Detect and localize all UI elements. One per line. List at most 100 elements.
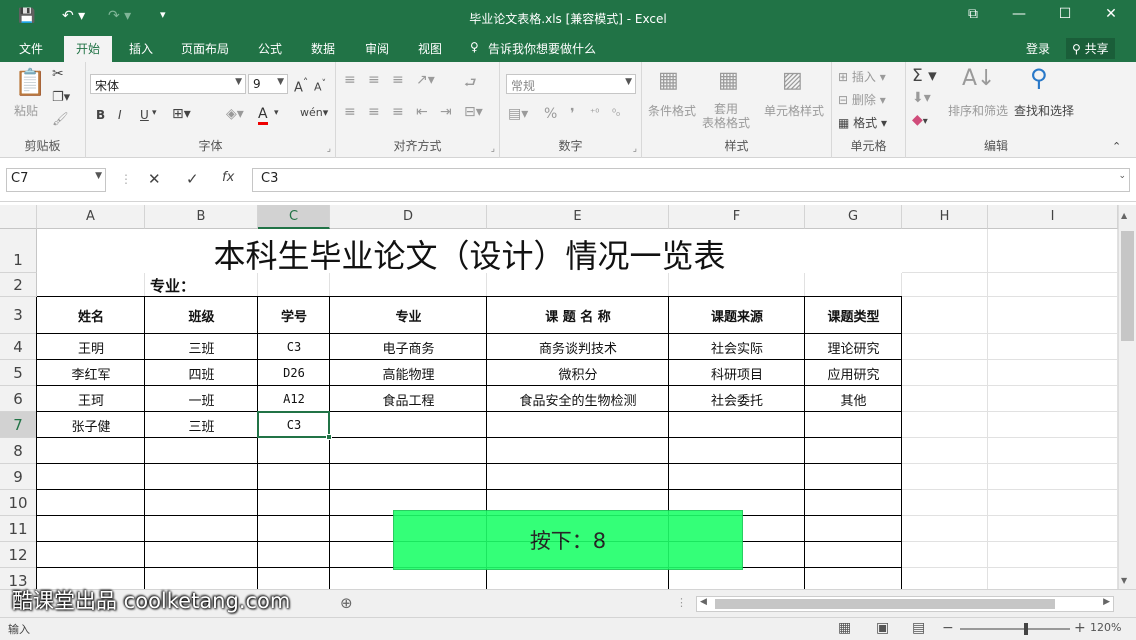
font-color-icon[interactable]: A	[258, 106, 268, 125]
data-cell[interactable]: 食品安全的生物检测	[487, 386, 669, 412]
row-header-3[interactable]: 3	[0, 297, 37, 334]
data-cell[interactable]	[805, 412, 902, 438]
row-header-1[interactable]: 1	[0, 229, 37, 273]
data-cell[interactable]: C3	[258, 334, 330, 360]
data-cell[interactable]: 电子商务	[330, 334, 487, 360]
header-cell[interactable]: 课题来源	[669, 297, 805, 334]
cut-icon[interactable]: ✂	[52, 66, 64, 82]
page-layout-view-icon[interactable]: ▣	[876, 620, 889, 636]
middle-align-icon[interactable]: ≡	[368, 72, 380, 88]
find-select-button[interactable]: 查找和选择	[1014, 102, 1074, 119]
normal-view-icon[interactable]: ▦	[838, 620, 851, 636]
column-header-f[interactable]: F	[669, 205, 805, 229]
fill-icon[interactable]: ⬇▾	[912, 90, 931, 106]
italic-button[interactable]: I	[118, 108, 122, 122]
font-color-dropdown-icon[interactable]: ▾	[274, 108, 279, 118]
sort-filter-button[interactable]: 排序和筛选	[948, 102, 1008, 119]
row-header-9[interactable]: 9	[0, 464, 37, 490]
alignment-dialog-launcher-icon[interactable]: ⌟	[491, 144, 495, 154]
align-center-icon[interactable]: ≡	[368, 104, 380, 120]
header-cell[interactable]: 专业	[330, 297, 487, 334]
row-header-2[interactable]: 2	[0, 273, 37, 297]
data-cell[interactable]: 应用研究	[805, 360, 902, 386]
formula-input[interactable]: C3 ⌄	[252, 168, 1130, 192]
scroll-right-icon[interactable]: ▶	[1103, 597, 1110, 607]
comma-style-icon[interactable]: ❜	[570, 106, 575, 122]
data-cell[interactable]	[330, 412, 487, 438]
data-cell[interactable]: 理论研究	[805, 334, 902, 360]
close-button[interactable]: ✕	[1096, 6, 1126, 22]
scroll-up-icon[interactable]: ▲	[1121, 211, 1127, 220]
data-cell[interactable]: 四班	[145, 360, 258, 386]
align-right-icon[interactable]: ≡	[392, 104, 404, 120]
decrease-indent-icon[interactable]: ⇤	[416, 104, 428, 120]
data-cell[interactable]: 其他	[805, 386, 902, 412]
zoom-slider-thumb[interactable]	[1024, 623, 1028, 635]
column-header-b[interactable]: B	[145, 205, 258, 229]
bold-button[interactable]: B	[96, 108, 105, 122]
zoom-level[interactable]: 120%	[1090, 621, 1121, 634]
autosum-icon[interactable]: Σ ▾	[912, 66, 937, 86]
vertical-scrollbar[interactable]: ▲ ▼	[1118, 205, 1136, 589]
row-header-5[interactable]: 5	[0, 360, 37, 386]
data-cell[interactable]: D26	[258, 360, 330, 386]
collapse-ribbon-icon[interactable]: ⌃	[1112, 140, 1121, 153]
decrease-decimal-icon[interactable]: ⁰₀	[612, 108, 620, 119]
name-box[interactable]: C7 ▼	[6, 168, 106, 192]
bottom-align-icon[interactable]: ≡	[392, 72, 404, 88]
tab-data[interactable]: 数据	[311, 40, 335, 57]
tab-view[interactable]: 视图	[418, 40, 442, 57]
header-cell[interactable]: 课 题 名 称	[487, 297, 669, 334]
increase-indent-icon[interactable]: ⇥	[440, 104, 452, 120]
add-sheet-icon[interactable]: ⊕	[340, 594, 353, 612]
data-cell[interactable]: 三班	[145, 334, 258, 360]
confirm-entry-icon[interactable]: ✓	[186, 170, 199, 188]
scroll-left-icon[interactable]: ◀	[700, 597, 707, 607]
underline-dropdown-icon[interactable]: ▾	[152, 108, 157, 118]
orientation-icon[interactable]: ↗▾	[416, 72, 435, 88]
maximize-button[interactable]: ☐	[1050, 6, 1080, 22]
column-header-i[interactable]: I	[988, 205, 1118, 229]
row-header-6[interactable]: 6	[0, 386, 37, 412]
underline-button[interactable]: U	[140, 108, 149, 122]
sign-in-link[interactable]: 登录	[1026, 40, 1050, 57]
clear-icon[interactable]: ◆▾	[912, 112, 928, 128]
phonetic-icon[interactable]: wén▾	[300, 106, 328, 119]
font-name-combo[interactable]: 宋体 ▼	[90, 74, 246, 94]
major-label-cell[interactable]: 专业：	[150, 273, 240, 297]
tab-review[interactable]: 审阅	[365, 40, 389, 57]
sort-filter-icon[interactable]: A↓	[962, 66, 995, 91]
row-header-4[interactable]: 4	[0, 334, 37, 360]
fill-color-icon[interactable]: ◈▾	[226, 106, 244, 122]
row-header-12[interactable]: 12	[0, 542, 37, 568]
column-header-h[interactable]: H	[902, 205, 988, 229]
horizontal-scrollbar[interactable]: ◀ ▶	[696, 596, 1114, 612]
borders-icon[interactable]: ⊞▾	[172, 106, 191, 122]
tab-formulas[interactable]: 公式	[258, 40, 282, 57]
top-align-icon[interactable]: ≡	[344, 72, 356, 88]
column-header-e[interactable]: E	[487, 205, 669, 229]
share-button[interactable]: ⚲ 共享	[1066, 38, 1115, 59]
column-header-c[interactable]: C	[258, 205, 330, 229]
tab-split-icon[interactable]: ⋮	[676, 596, 687, 609]
data-cell[interactable]: A12	[258, 386, 330, 412]
scroll-down-icon[interactable]: ▼	[1121, 576, 1127, 585]
header-cell[interactable]: 课题类型	[805, 297, 902, 334]
insert-function-icon[interactable]: fx	[222, 170, 234, 185]
wrap-text-icon[interactable]: ⮐	[464, 72, 477, 96]
font-dialog-launcher-icon[interactable]: ⌟	[327, 144, 331, 154]
paste-icon[interactable]: 📋	[14, 68, 46, 98]
accounting-format-icon[interactable]: ▤▾	[508, 106, 528, 122]
tab-home[interactable]: 开始	[64, 36, 113, 62]
tab-page-layout[interactable]: 页面布局	[181, 40, 229, 57]
cancel-entry-icon[interactable]: ✕	[148, 170, 161, 188]
grow-font-icon[interactable]: A˄	[294, 76, 308, 95]
data-cell[interactable]: 社会实际	[669, 334, 805, 360]
percent-icon[interactable]: %	[544, 106, 557, 122]
copy-icon[interactable]: ❐▾	[52, 90, 70, 105]
conditional-format-icon[interactable]: ▦	[658, 68, 679, 93]
data-cell[interactable]: 一班	[145, 386, 258, 412]
row-header-10[interactable]: 10	[0, 490, 37, 516]
merge-center-icon[interactable]: ⊟▾	[464, 104, 483, 120]
data-cell[interactable]: 微积分	[487, 360, 669, 386]
